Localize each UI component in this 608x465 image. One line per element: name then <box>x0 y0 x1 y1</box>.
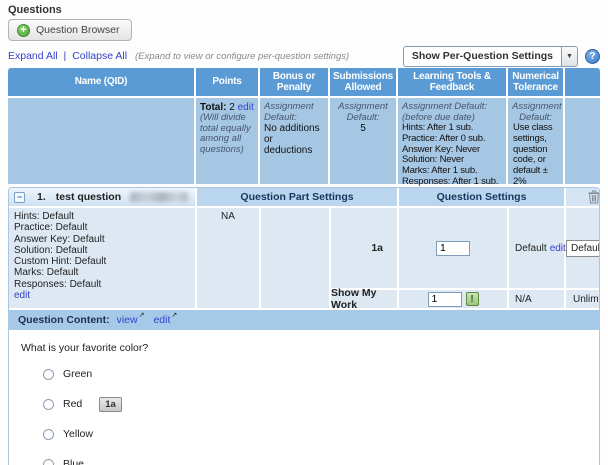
radio-red[interactable] <box>43 399 54 410</box>
question-qid-redacted <box>130 192 188 202</box>
answer-option-row: Green <box>21 359 600 389</box>
show-my-work-bonus-cell: N/A <box>509 290 564 308</box>
trash-icon <box>588 190 600 204</box>
assignment-editor-page: Questions + Question Browser Expand All … <box>0 0 608 465</box>
question-tolerance-cell: NA <box>197 208 259 308</box>
part-submissions-cell: Default ▼ <box>566 208 600 288</box>
question-setting-line: Answer Key: Default <box>14 234 190 245</box>
column-header-learning-tools: Learning Tools & Feedback <box>398 68 506 96</box>
defaults-actions-cell <box>565 98 600 184</box>
question-title-row: − 1. test question <box>9 188 195 206</box>
part-points-cell <box>399 208 507 288</box>
question-panel: − 1. test question Question Part Setting… <box>8 187 600 465</box>
external-link-icon: ↗ <box>139 311 145 319</box>
points-note: (Will divide total equally among all que… <box>200 113 254 155</box>
question-browser-button[interactable]: + Question Browser <box>8 19 132 41</box>
show-my-work-points-input[interactable] <box>428 292 462 307</box>
part-submissions-select[interactable]: Default ▼ <box>566 240 600 257</box>
learning-default-line: Responses: After 1 sub. <box>402 177 502 188</box>
answer-option-row: Yellow <box>21 419 600 449</box>
bonus-default-label: Assignment Default: <box>264 102 324 123</box>
page-title: Questions <box>8 4 600 16</box>
option-label: Green <box>63 368 92 380</box>
defaults-tolerance-cell: Assignment Default: Use class settings, … <box>508 98 563 184</box>
part-submissions-selected: Default <box>567 241 600 256</box>
defaults-learning-cell: Assignment Default: (before due date) Hi… <box>398 98 506 184</box>
defaults-bonus-cell: Assignment Default: No additions or dedu… <box>260 98 328 184</box>
question-name: test question <box>56 191 121 203</box>
part-badge-1a[interactable]: 1a <box>99 397 122 412</box>
column-header-tolerance: Numerical Tolerance <box>508 68 563 96</box>
defaults-points-cell: Total: 2 edit (Will divide total equally… <box>196 98 258 184</box>
tolerance-default-label: Assignment Default: <box>512 102 559 123</box>
question-content-preview: What is your favorite color? Green Red 1… <box>9 332 600 465</box>
help-icon[interactable]: ? <box>585 49 600 64</box>
question-settings-cell: Hints: Default Practice: Default Answer … <box>9 208 195 308</box>
option-label: Yellow <box>63 428 93 440</box>
question-actions-spacer <box>261 208 329 308</box>
chevron-down-icon[interactable]: ▼ <box>561 47 577 66</box>
bonus-default-value: No additions or deductions <box>264 123 324 156</box>
question-part-settings-header: Question Part Settings <box>197 188 397 206</box>
toolbar: Expand All | Collapse All (Expand to vie… <box>0 44 608 68</box>
column-header-bonus: Bonus or Penalty <box>260 68 328 96</box>
question-browser-label: Question Browser <box>36 24 119 36</box>
per-question-settings-dropdown[interactable]: Show Per-Question Settings ▼ <box>403 46 578 67</box>
radio-green[interactable] <box>43 369 54 380</box>
question-setting-line: Hints: Default <box>14 211 190 222</box>
assignment-defaults-table: Name (QID) Points Bonus or Penalty Submi… <box>8 68 600 184</box>
question-settings-header: Question Settings <box>399 188 564 206</box>
column-header-points: Points <box>196 68 258 96</box>
collapse-question-toggle[interactable]: − <box>14 192 25 203</box>
question-setting-line: Custom Hint: Default <box>14 256 190 267</box>
submissions-default-value: 5 <box>334 123 392 134</box>
question-setting-line: Responses: Default <box>14 279 190 290</box>
question-number: 1. <box>37 191 46 203</box>
defaults-name-cell <box>8 98 194 184</box>
option-label: Red <box>63 398 82 410</box>
question-prompt: What is your favorite color? <box>21 342 600 354</box>
show-my-work-submissions-cell: Unlimited <box>566 290 600 308</box>
link-separator: | <box>64 50 67 62</box>
learning-default-label: Assignment Default: <box>402 102 502 113</box>
column-header-name: Name (QID) <box>8 68 194 96</box>
alert-icon[interactable]: ! <box>466 292 479 306</box>
answer-option-row: Red 1a <box>21 389 600 419</box>
show-my-work-label: Show My Work <box>331 290 397 308</box>
question-content-view-link[interactable]: view <box>117 314 138 326</box>
option-label: Blue <box>63 458 84 465</box>
collapse-all-link[interactable]: Collapse All <box>72 50 127 62</box>
question-content-bar: Question Content: view ↗ edit ↗ <box>9 310 600 330</box>
part-label-cell: 1a <box>331 208 397 288</box>
question-settings-edit-link[interactable]: edit <box>14 290 30 301</box>
expand-hint-text: (Expand to view or configure per-questio… <box>135 51 349 62</box>
question-setting-line: Marks: Default <box>14 267 190 278</box>
question-setting-line: Solution: Default <box>14 245 190 256</box>
part-bonus-edit-link[interactable]: edit <box>550 243 566 254</box>
learning-default-line: Practice: After 0 sub. <box>402 134 502 145</box>
plus-icon: + <box>17 24 30 37</box>
radio-yellow[interactable] <box>43 429 54 440</box>
part-points-input[interactable] <box>436 241 470 256</box>
defaults-submissions-cell: Assignment Default: 5 <box>330 98 396 184</box>
answer-option-row: Blue <box>21 449 600 465</box>
tolerance-default-value: Use class settings, question code, or de… <box>512 123 559 188</box>
question-setting-line: Practice: Default <box>14 222 190 233</box>
question-content-edit-link[interactable]: edit <box>153 314 170 326</box>
question-actions-cell <box>566 188 600 206</box>
expand-all-link[interactable]: Expand All <box>8 50 58 62</box>
delete-question-button[interactable] <box>588 190 600 204</box>
per-question-settings-label: Show Per-Question Settings <box>404 47 561 66</box>
radio-blue[interactable] <box>43 459 54 465</box>
column-header-submissions: Submissions Allowed <box>330 68 396 96</box>
part-bonus-cell: Default edit <box>509 208 564 288</box>
column-header-actions <box>565 68 600 96</box>
part-bonus-value: Default <box>515 243 547 254</box>
show-my-work-points-cell: ! <box>399 290 507 308</box>
submissions-default-label: Assignment Default: <box>334 102 392 123</box>
external-link-icon: ↗ <box>171 311 177 319</box>
question-content-label: Question Content: <box>18 314 110 326</box>
